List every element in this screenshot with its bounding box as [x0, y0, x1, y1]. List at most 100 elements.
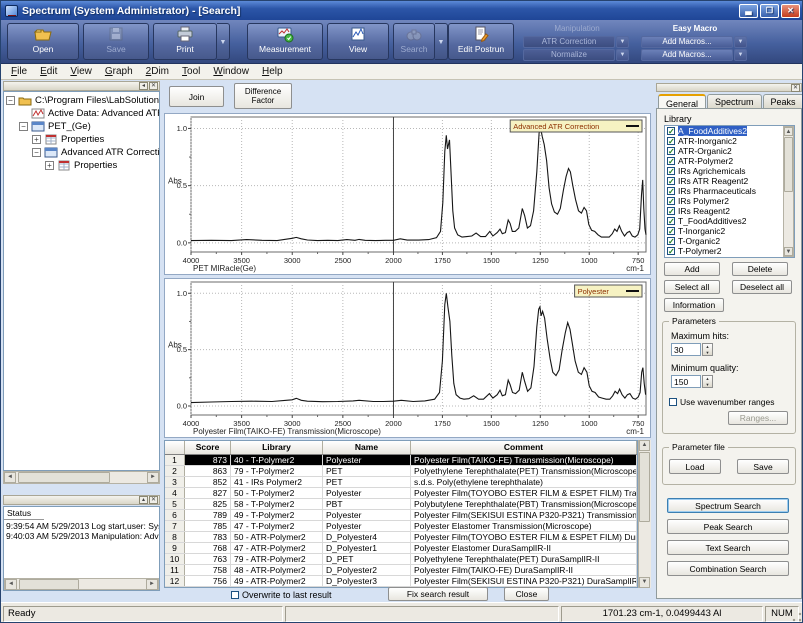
- column-header-comment[interactable]: Comment: [411, 441, 637, 454]
- manipulation-normalize-button[interactable]: Normalize: [523, 49, 615, 61]
- lib-scroll-up-icon[interactable]: ▲: [784, 127, 793, 136]
- text-search-button[interactable]: Text Search: [667, 540, 789, 555]
- close-button[interactable]: ✕: [781, 4, 800, 18]
- scroll-right-icon[interactable]: ►: [147, 472, 159, 483]
- min-quality-input[interactable]: 150: [671, 375, 701, 388]
- add-macros-button-1[interactable]: Add Macros...: [641, 49, 733, 61]
- library-item[interactable]: ✓ATR-Inorganic2: [665, 136, 794, 146]
- library-checkbox[interactable]: ✓: [667, 157, 675, 165]
- library-checkbox[interactable]: ✓: [667, 167, 675, 175]
- library-item[interactable]: ✓IRs Polymer2: [665, 196, 794, 206]
- table-row[interactable]: 1275649 - ATR-Polymer2D_Polyester3Polyes…: [165, 576, 637, 587]
- menu-tool[interactable]: Tool: [176, 65, 206, 78]
- search-dropdown-icon[interactable]: ▼: [435, 23, 448, 60]
- print-dropdown-icon[interactable]: ▼: [217, 23, 230, 60]
- column-header-name[interactable]: Name: [323, 441, 411, 454]
- difference-factor-button[interactable]: Difference Factor: [234, 83, 292, 109]
- menu-window[interactable]: Window: [207, 65, 255, 78]
- search-button[interactable]: Search: [393, 23, 435, 60]
- scroll-left-icon[interactable]: ◄: [4, 472, 16, 483]
- select-all-button[interactable]: Select all: [664, 280, 720, 294]
- view-button[interactable]: View: [327, 23, 389, 60]
- table-row[interactable]: 187340 - T-Polymer2PolyesterPolyester Fi…: [165, 455, 637, 466]
- tree-item-3[interactable]: +Properties: [6, 133, 159, 146]
- library-item[interactable]: ✓IRs Pharmaceuticals: [665, 186, 794, 196]
- tree-item-5[interactable]: +Properties: [6, 159, 159, 172]
- menu-help[interactable]: Help: [256, 65, 289, 78]
- tree-hscrollbar[interactable]: ◄ ►: [3, 471, 160, 484]
- table-vscrollbar[interactable]: ▲ ▼: [638, 440, 651, 588]
- resize-grip[interactable]: [791, 611, 803, 623]
- save-button[interactable]: Save: [83, 23, 149, 60]
- table-row[interactable]: 1175848 - ATR-Polymer2D_Polyester2Polyes…: [165, 565, 637, 576]
- combination-search-button[interactable]: Combination Search: [667, 561, 789, 576]
- pane-float-icon[interactable]: ◂: [139, 82, 148, 90]
- table-row[interactable]: 385241 - IRs Polymer2PETs.d.s. Poly(ethy…: [165, 477, 637, 488]
- min-quality-spinner-icon[interactable]: ▲▼: [702, 375, 713, 388]
- spectrum-search-button[interactable]: Spectrum Search: [667, 498, 789, 513]
- library-checkbox[interactable]: ✓: [667, 247, 675, 255]
- right-pane-close-icon[interactable]: ✕: [791, 84, 800, 92]
- pane-up-icon[interactable]: ▴: [139, 496, 148, 504]
- tree-item-1[interactable]: Active Data: Advanced ATR: [6, 107, 159, 120]
- print-button[interactable]: Print: [153, 23, 217, 60]
- table-row[interactable]: 482750 - T-Polymer2PolyesterPolyester Fi…: [165, 488, 637, 499]
- join-button[interactable]: Join: [169, 86, 224, 107]
- library-checkbox[interactable]: ✓: [667, 197, 675, 205]
- status-scroll-left-icon[interactable]: ◄: [5, 579, 17, 590]
- pane-close-icon[interactable]: ✕: [149, 82, 158, 90]
- library-checkbox[interactable]: ✓: [667, 127, 675, 135]
- manipulation-atr-correction-button[interactable]: ATR Correction: [523, 36, 615, 48]
- library-item[interactable]: ✓T_FoodAdditives2: [665, 216, 794, 226]
- max-hits-spinner-icon[interactable]: ▲▼: [702, 343, 713, 356]
- tree-item-2[interactable]: −PET_(Ge): [6, 120, 159, 133]
- column-header-score[interactable]: Score: [185, 441, 231, 454]
- library-item[interactable]: ✓ATR-Organic2: [665, 146, 794, 156]
- table-scroll-up-icon[interactable]: ▲: [639, 440, 650, 451]
- edit-postrun-button[interactable]: Edit Postrun: [448, 23, 514, 60]
- open-button[interactable]: Open: [7, 23, 79, 60]
- manipulation-dropdown-icon-1[interactable]: ▼: [616, 49, 629, 61]
- menu-2dim[interactable]: 2Dim: [140, 65, 175, 78]
- minimize-button[interactable]: ▃: [739, 4, 758, 18]
- library-checkbox[interactable]: ✓: [667, 217, 675, 225]
- menu-file[interactable]: File: [5, 65, 33, 78]
- menu-edit[interactable]: Edit: [34, 65, 63, 78]
- library-checkbox[interactable]: ✓: [667, 237, 675, 245]
- spectrum-plot[interactable]: 4000350030002500200017501500125010007501…: [165, 114, 650, 274]
- table-row[interactable]: 286379 - T-Polymer2PETPolyethylene Terep…: [165, 466, 637, 477]
- status-hscrollbar[interactable]: ◄ ►: [4, 578, 159, 590]
- expand-icon[interactable]: +: [32, 135, 41, 144]
- tree-item-4[interactable]: −Advanced ATR Correction: [6, 146, 159, 159]
- library-item[interactable]: ✓T-Polymer2: [665, 246, 794, 256]
- menu-view[interactable]: View: [64, 65, 98, 78]
- library-checkbox[interactable]: ✓: [667, 137, 675, 145]
- column-header-library[interactable]: Library: [231, 441, 323, 454]
- delete-library-button[interactable]: Delete: [732, 262, 788, 276]
- spectrum-plot[interactable]: 4000350030002500200017501500125010007501…: [165, 279, 650, 437]
- library-item[interactable]: ✓IRs ATR Reagent2: [665, 176, 794, 186]
- lib-vscroll-thumb[interactable]: [784, 137, 793, 192]
- add-macros-dropdown-icon-1[interactable]: ▼: [734, 49, 747, 61]
- close-search-button[interactable]: Close: [504, 587, 549, 601]
- add-macros-dropdown-icon-0[interactable]: ▼: [734, 36, 747, 48]
- save-parameter-button[interactable]: Save: [737, 459, 789, 474]
- library-item[interactable]: ✓IRs Reagent2: [665, 206, 794, 216]
- load-parameter-button[interactable]: Load: [669, 459, 721, 474]
- tree-item-0[interactable]: −C:\Program Files\LabSolutions: [6, 94, 159, 107]
- use-wavenumber-checkbox[interactable]: [669, 398, 677, 406]
- status-scroll-right-icon[interactable]: ►: [146, 579, 158, 590]
- collapse-icon[interactable]: −: [32, 148, 41, 157]
- menu-graph[interactable]: Graph: [99, 65, 139, 78]
- table-row[interactable]: 1076379 - ATR-Polymer2D_PETPolyethylene …: [165, 554, 637, 565]
- library-item[interactable]: ✓T-Organic2: [665, 236, 794, 246]
- library-checkbox[interactable]: ✓: [667, 187, 675, 195]
- ranges-button[interactable]: Ranges...: [728, 411, 788, 425]
- restore-button[interactable]: ❐: [760, 4, 779, 18]
- pane-close2-icon[interactable]: ✕: [149, 496, 158, 504]
- table-row[interactable]: 778547 - T-Polymer2PolyesterPolyester El…: [165, 521, 637, 532]
- library-item[interactable]: ✓ATR-Polymer2: [665, 156, 794, 166]
- deselect-all-button[interactable]: Deselect all: [732, 280, 792, 294]
- library-vscrollbar[interactable]: ▲ ▼: [783, 126, 794, 257]
- add-macros-button-0[interactable]: Add Macros...: [641, 36, 733, 48]
